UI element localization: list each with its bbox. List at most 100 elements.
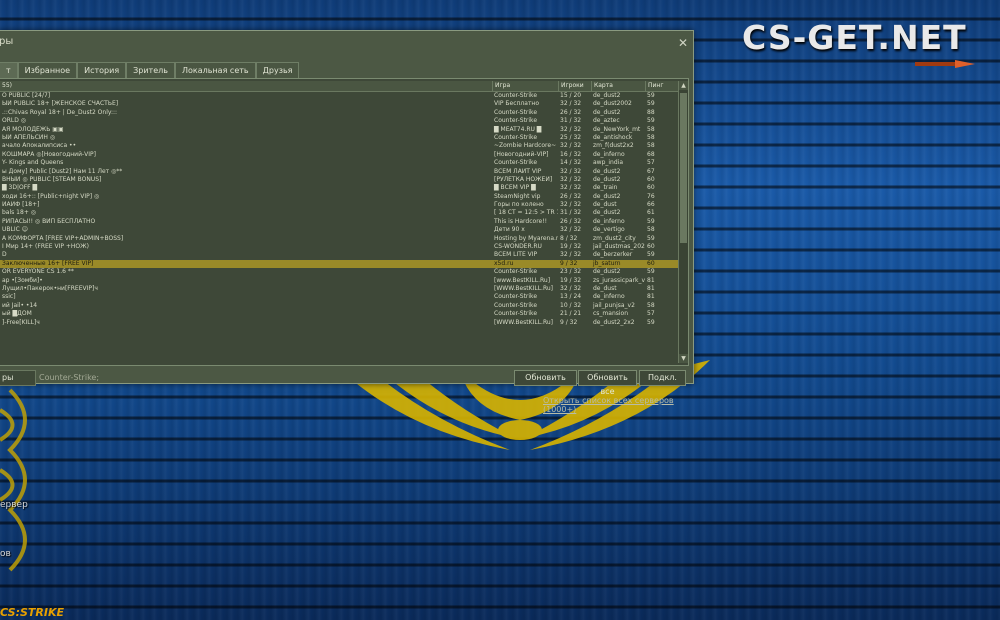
server-name: КОШМАРА ◎[Новогодний-VIP]: [2, 150, 96, 158]
server-row[interactable]: ый █ДОМ Counter-Strike 21 / 21 cs_mansion 57: [0, 310, 678, 318]
server-row[interactable]: ЙАЙФ [18+] Горы по колено 32 / 32 de_dust 66: [0, 201, 678, 209]
tab-friends[interactable]: Друзья: [255, 62, 300, 78]
server-name: ы Дому] Public [Dust2] Нам 11 Лет ◎**: [2, 167, 123, 175]
server-game: SteamNight vip: [494, 192, 541, 200]
server-ping: 58: [647, 226, 655, 234]
server-name: АЯ МОЛОДЁЖЬ ▣▣: [2, 125, 64, 133]
server-name: О PUBLIC [24/7]: [2, 92, 51, 99]
server-players: 32 / 32: [560, 125, 582, 133]
server-map: de_inferno: [593, 150, 625, 158]
server-name: ЫЙ АПЕЛЬСИН ◎: [2, 133, 56, 141]
server-ping: 58: [647, 125, 655, 133]
server-row[interactable]: .::Chivas Royal 18+ | De_Dust2 Only::: Co…: [0, 109, 678, 117]
server-map: de_dust2: [593, 192, 621, 200]
server-players: 26 / 32: [560, 192, 582, 200]
server-game: [WWW.BestKILL.Ru]: [494, 318, 553, 326]
filter-button[interactable]: ры: [0, 370, 36, 386]
server-game: x5d.ru: [494, 259, 514, 267]
server-players: 14 / 32: [560, 159, 582, 167]
scrollbar[interactable]: ▲ ▼: [678, 81, 688, 363]
server-name: D: [2, 251, 7, 259]
server-ping: 76: [647, 192, 655, 200]
server-ping: 60: [647, 243, 655, 251]
column-header-row: 55) Игра Игроки Карта Пинг: [0, 81, 678, 92]
server-ping: 88: [647, 108, 655, 116]
server-row[interactable]: ORLD ◎ Counter-Strike 31 / 32 de_aztec 59: [0, 117, 678, 125]
server-row[interactable]: D ВСЕМ LITE VIP 32 / 32 de_berzerker 59: [0, 251, 678, 259]
server-row[interactable]: ар •[Зомби]• [www.BestKILL.Ru] 19 / 32 zs_j…: [0, 277, 678, 285]
site-logo: CS-GET.NET: [742, 18, 967, 57]
column-game[interactable]: Игра: [492, 81, 558, 91]
all-servers-link[interactable]: Открыть список всех серверов (1000+): [543, 396, 693, 414]
side-menu-item[interactable]: ервер: [0, 500, 28, 510]
server-map: de_antishock: [593, 133, 633, 141]
server-name: ]-Free[KILL]ч: [2, 318, 40, 326]
server-row[interactable]: I Мир 14+ (FREE VIP +НОЖ) CS-WONDER.RU 19 …: [0, 243, 678, 251]
tab-history[interactable]: История: [77, 62, 127, 78]
server-row[interactable]: А КОМФОРТА [FREE VIP+ADMIN+BOSS] Hosting …: [0, 235, 678, 243]
server-map: de_dust2002: [593, 100, 632, 108]
side-menu-item[interactable]: ов: [0, 549, 11, 559]
column-name[interactable]: 55): [0, 81, 492, 91]
server-row[interactable]: ЫЙ АПЕЛЬСИН ◎ Counter-Strike 25 / 32 de_ant…: [0, 134, 678, 142]
column-map[interactable]: Карта: [591, 81, 645, 91]
server-ping: 81: [647, 276, 655, 284]
server-row[interactable]: ЫЙ PUBLIC 18+ [ЖЕНСКОЕ СЧАСТЬЕ] VIP Беспл…: [0, 100, 678, 108]
server-row[interactable]: UBLIC ☺ Дети 90 х 32 / 32 de_vertigo 58: [0, 226, 678, 234]
refresh-button[interactable]: Обновить: [514, 370, 577, 386]
server-game: Дети 90 х: [494, 226, 525, 234]
server-ping: 66: [647, 201, 655, 209]
server-row[interactable]: О PUBLIC [24/7] Counter-Strike 15 / 20 de_d…: [0, 92, 678, 100]
server-map: de_berzerker: [593, 251, 633, 259]
refresh-all-button[interactable]: Обновить все: [578, 370, 637, 396]
server-name: РИПАСЫ!! ◎ ВИП БЕСПЛАТНО: [2, 217, 96, 225]
server-ping: 58: [647, 133, 655, 141]
server-name: ВНЫЙ ◎ PUBLIC [STEAM BONUS]: [2, 175, 102, 183]
server-row[interactable]: Заключенные 16+ [FREE VIP] x5d.ru 9 / 32 jb…: [0, 259, 678, 269]
server-row[interactable]: ий Jail• •14 Counter-Strike 10 / 32 jail_pu…: [0, 302, 678, 310]
server-row[interactable]: ы Дому] Public [Dust2] Нам 11 Лет ◎** ВСЕ…: [0, 168, 678, 176]
tab-spectate[interactable]: Зритель: [126, 62, 175, 78]
column-ping[interactable]: Пинг: [645, 81, 678, 91]
server-map: de_aztec: [593, 117, 620, 125]
scroll-down-icon[interactable]: ▼: [679, 354, 688, 363]
close-icon[interactable]: ✕: [677, 37, 689, 49]
server-row[interactable]: ]-Free[KILL]ч [WWW.BestKILL.Ru] 9 / 32 de_d…: [0, 319, 678, 327]
server-players: 32 / 32: [560, 167, 582, 175]
server-name: ЫЙ PUBLIC 18+ [ЖЕНСКОЕ СЧАСТЬЕ]: [2, 100, 119, 108]
column-players[interactable]: Игроки: [558, 81, 591, 91]
server-game: Hosting by Myarena.ru: [494, 234, 558, 242]
server-row[interactable]: ssic] Counter-Strike 13 / 24 de_inferno 81: [0, 293, 678, 301]
server-ping: 59: [647, 100, 655, 108]
server-map: cs_mansion: [593, 310, 629, 318]
server-row[interactable]: Лущил•Пакерок•ни[FREEVIP]ч [WWW.BestKILL.…: [0, 285, 678, 293]
tab-favorites[interactable]: Избранное: [17, 62, 78, 78]
server-row[interactable]: bals 18+ ◎ [ 18 CT = 12:5 > TR 13 ]31 / 3…: [0, 209, 678, 217]
tab-internet[interactable]: т: [0, 62, 18, 78]
server-ping: 60: [647, 175, 655, 183]
server-players: 32 / 32: [560, 184, 582, 192]
server-game: Counter-Strike: [494, 108, 538, 116]
server-row[interactable]: ВНЫЙ ◎ PUBLIC [STEAM BONUS] [РУЛЕТКА НОЖЕ…: [0, 176, 678, 184]
server-ping: 68: [647, 150, 655, 158]
server-ping: 81: [647, 293, 655, 301]
server-row[interactable]: █ 3D|OFF █ █ ВСЕМ VIP █ 32 / 32 de_train 60: [0, 184, 678, 192]
server-row[interactable]: ходи 16+:: [Public+night VIP] ◎ SteamNigh…: [0, 193, 678, 201]
server-name: I Мир 14+ (FREE VIP +НОЖ): [2, 243, 89, 251]
connect-button[interactable]: Подкл.: [639, 370, 686, 386]
server-name: Y- Kings and Queens: [2, 159, 64, 167]
server-row[interactable]: АЯ МОЛОДЁЖЬ ▣▣ █ MEAT74.RU █ 32 / 32 de_New…: [0, 126, 678, 134]
server-row[interactable]: КОШМАРА ◎[Новогодний-VIP] [Новогодний-VIP…: [0, 151, 678, 159]
server-players: 32 / 32: [560, 251, 582, 259]
server-row[interactable]: РИПАСЫ!! ◎ ВИП БЕСПЛАТНО This is Hardcore…: [0, 218, 678, 226]
tab-lan[interactable]: Локальная сеть: [174, 62, 256, 78]
scroll-thumb[interactable]: [680, 93, 687, 243]
server-row[interactable]: Y- Kings and Queens Counter-Strike 14 / 32…: [0, 159, 678, 167]
server-row[interactable]: ачало Апокалипсиса •• ~Zombie Hardcore~ 32…: [0, 142, 678, 150]
server-name: ачало Апокалипсиса ••: [2, 142, 77, 150]
server-players: 10 / 32: [560, 301, 582, 309]
server-players: 19 / 32: [560, 243, 582, 251]
scroll-up-icon[interactable]: ▲: [679, 81, 688, 90]
server-row[interactable]: OR EVERYONE CS 1.6 ** Counter-Strike 23 / …: [0, 268, 678, 276]
server-game: Counter-Strike: [494, 92, 538, 99]
